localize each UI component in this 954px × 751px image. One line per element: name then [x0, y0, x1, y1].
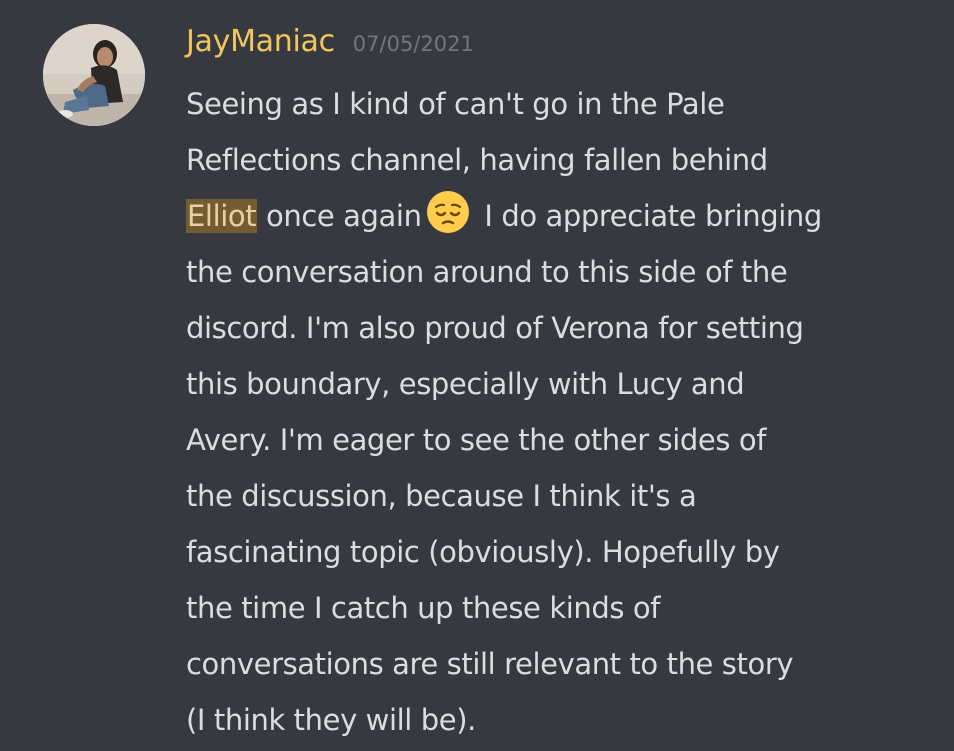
message-line: (I think they will be).	[186, 703, 476, 737]
message-line: the time I catch up these kinds of	[186, 591, 661, 625]
avatar[interactable]	[43, 24, 145, 126]
pensive-face-emoji-icon[interactable]	[426, 190, 470, 234]
message-line: the discussion, because I think it's a	[186, 479, 697, 513]
message-body: Seeing as I kind of can't go in the Pale…	[186, 76, 936, 748]
message-text-segment: once again	[257, 199, 422, 233]
message-line-with-mention: Elliot once again I do appreciate bringi…	[186, 188, 936, 244]
message-text-segment: I do appreciate bringing	[475, 199, 822, 233]
message-timestamp[interactable]: 07/05/2021	[353, 32, 474, 56]
avatar-photo	[43, 24, 145, 126]
user-mention[interactable]: Elliot	[186, 199, 258, 233]
message-line: Seeing as I kind of can't go in the Pale	[186, 87, 725, 121]
message-header: JayManiac 07/05/2021	[186, 24, 936, 76]
message-line: fascinating topic (obviously). Hopefully…	[186, 535, 780, 569]
message-line: the conversation around to this side of …	[186, 255, 788, 289]
message-line: this boundary, especially with Lucy and	[186, 367, 745, 401]
author-username[interactable]: JayManiac	[186, 24, 335, 59]
message-line: Reflections channel, having fallen behin…	[186, 143, 768, 177]
message-line: Avery. I'm eager to see the other sides …	[186, 423, 767, 457]
message-line: discord. I'm also proud of Verona for se…	[186, 311, 804, 345]
message-line: conversations are still relevant to the …	[186, 647, 794, 681]
message-content: JayManiac 07/05/2021 Seeing as I kind of…	[186, 24, 936, 748]
chat-message: JayManiac 07/05/2021 Seeing as I kind of…	[0, 0, 954, 751]
